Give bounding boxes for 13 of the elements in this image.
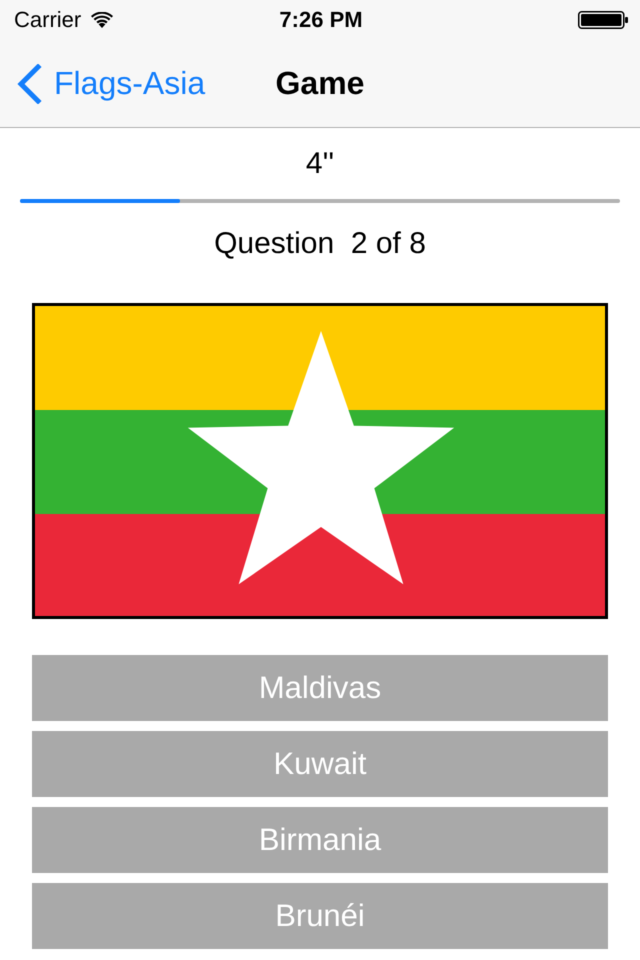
wifi-icon (91, 12, 114, 28)
status-time: 7:26 PM (279, 7, 363, 33)
answer-button[interactable]: Birmania (32, 807, 608, 873)
battery-icon (578, 11, 628, 29)
chevron-left-icon (16, 64, 42, 104)
question-counter: Question 2 of 8 (214, 226, 426, 262)
answer-button[interactable]: Kuwait (32, 731, 608, 797)
carrier-name: Carrier (14, 7, 82, 33)
answer-button[interactable]: Maldivas (32, 655, 608, 721)
back-button[interactable]: Flags-Asia (16, 64, 206, 104)
answer-button[interactable]: Brunéi (32, 883, 608, 949)
nav-title: Game (276, 65, 364, 102)
timer-reading: 4'' (306, 146, 334, 182)
